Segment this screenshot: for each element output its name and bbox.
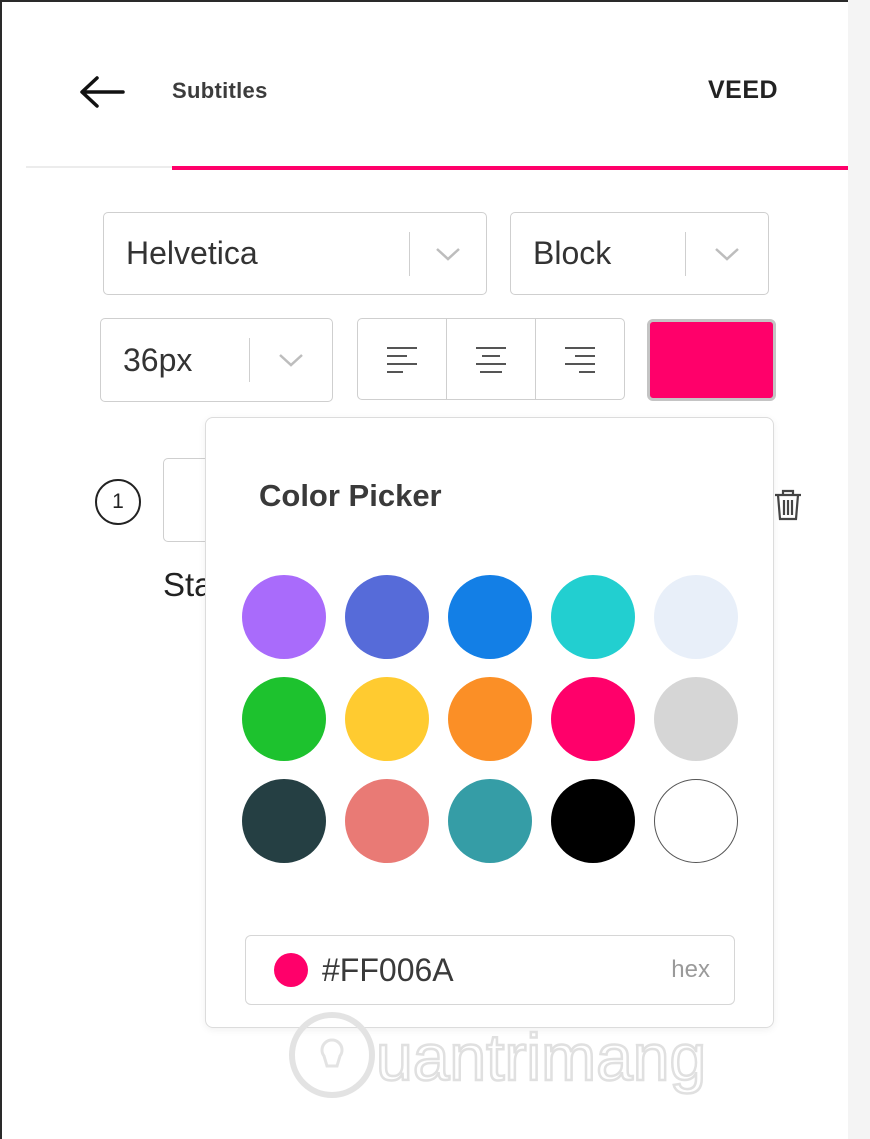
- font-size-value: 36px: [123, 341, 193, 378]
- text-alignment-group: [357, 318, 625, 400]
- subtitle-index: 1: [95, 479, 141, 525]
- active-tab-indicator: [172, 166, 848, 170]
- text-color-button[interactable]: [647, 319, 776, 401]
- color-swatch-grid: [242, 575, 738, 863]
- color-swatch[interactable]: [345, 779, 429, 863]
- brand-logo: VEED: [708, 76, 779, 104]
- trash-icon: [775, 489, 801, 521]
- subtitle-text[interactable]: Sta: [163, 566, 207, 610]
- color-swatch[interactable]: [345, 677, 429, 761]
- color-picker-title: Color Picker: [259, 478, 442, 513]
- color-swatch[interactable]: [654, 779, 738, 863]
- color-swatch[interactable]: [448, 779, 532, 863]
- align-center-icon: [476, 347, 506, 373]
- color-swatch[interactable]: [551, 575, 635, 659]
- color-swatch[interactable]: [448, 575, 532, 659]
- chevron-down-icon: [686, 246, 768, 262]
- chevron-down-icon: [410, 246, 486, 262]
- color-swatch[interactable]: [654, 677, 738, 761]
- watermark-text: uantrimang: [376, 1020, 706, 1094]
- arrow-left-icon: [80, 76, 125, 108]
- right-edge: [848, 0, 870, 1139]
- font-family-select[interactable]: Helvetica: [103, 212, 487, 295]
- align-center-button[interactable]: [446, 319, 535, 399]
- align-right-button[interactable]: [535, 319, 624, 399]
- hex-color-field[interactable]: hex: [245, 935, 735, 1005]
- color-swatch[interactable]: [242, 575, 326, 659]
- page-title: Subtitles: [172, 78, 268, 103]
- align-right-icon: [565, 347, 595, 373]
- color-swatch[interactable]: [551, 779, 635, 863]
- color-swatch[interactable]: [242, 779, 326, 863]
- chevron-down-icon: [250, 352, 332, 368]
- font-size-select[interactable]: 36px: [100, 318, 333, 402]
- align-left-icon: [387, 347, 417, 373]
- hex-input[interactable]: [322, 951, 622, 989]
- color-mode-label[interactable]: hex: [671, 956, 710, 984]
- back-button[interactable]: [76, 70, 128, 114]
- color-swatch[interactable]: [654, 575, 738, 659]
- color-swatch[interactable]: [448, 677, 532, 761]
- color-swatch[interactable]: [345, 575, 429, 659]
- color-swatch[interactable]: [551, 677, 635, 761]
- color-swatch[interactable]: [242, 677, 326, 761]
- subtitle-style-select[interactable]: Block: [510, 212, 769, 295]
- delete-subtitle-button[interactable]: [772, 488, 804, 522]
- color-picker-popover: Color Picker hex: [205, 417, 774, 1028]
- watermark-logo: uantrimang: [289, 1012, 707, 1098]
- hex-color-preview: [274, 953, 308, 987]
- subtitle-style-value: Block: [533, 235, 612, 271]
- font-family-value: Helvetica: [126, 235, 258, 271]
- align-left-button[interactable]: [358, 319, 446, 399]
